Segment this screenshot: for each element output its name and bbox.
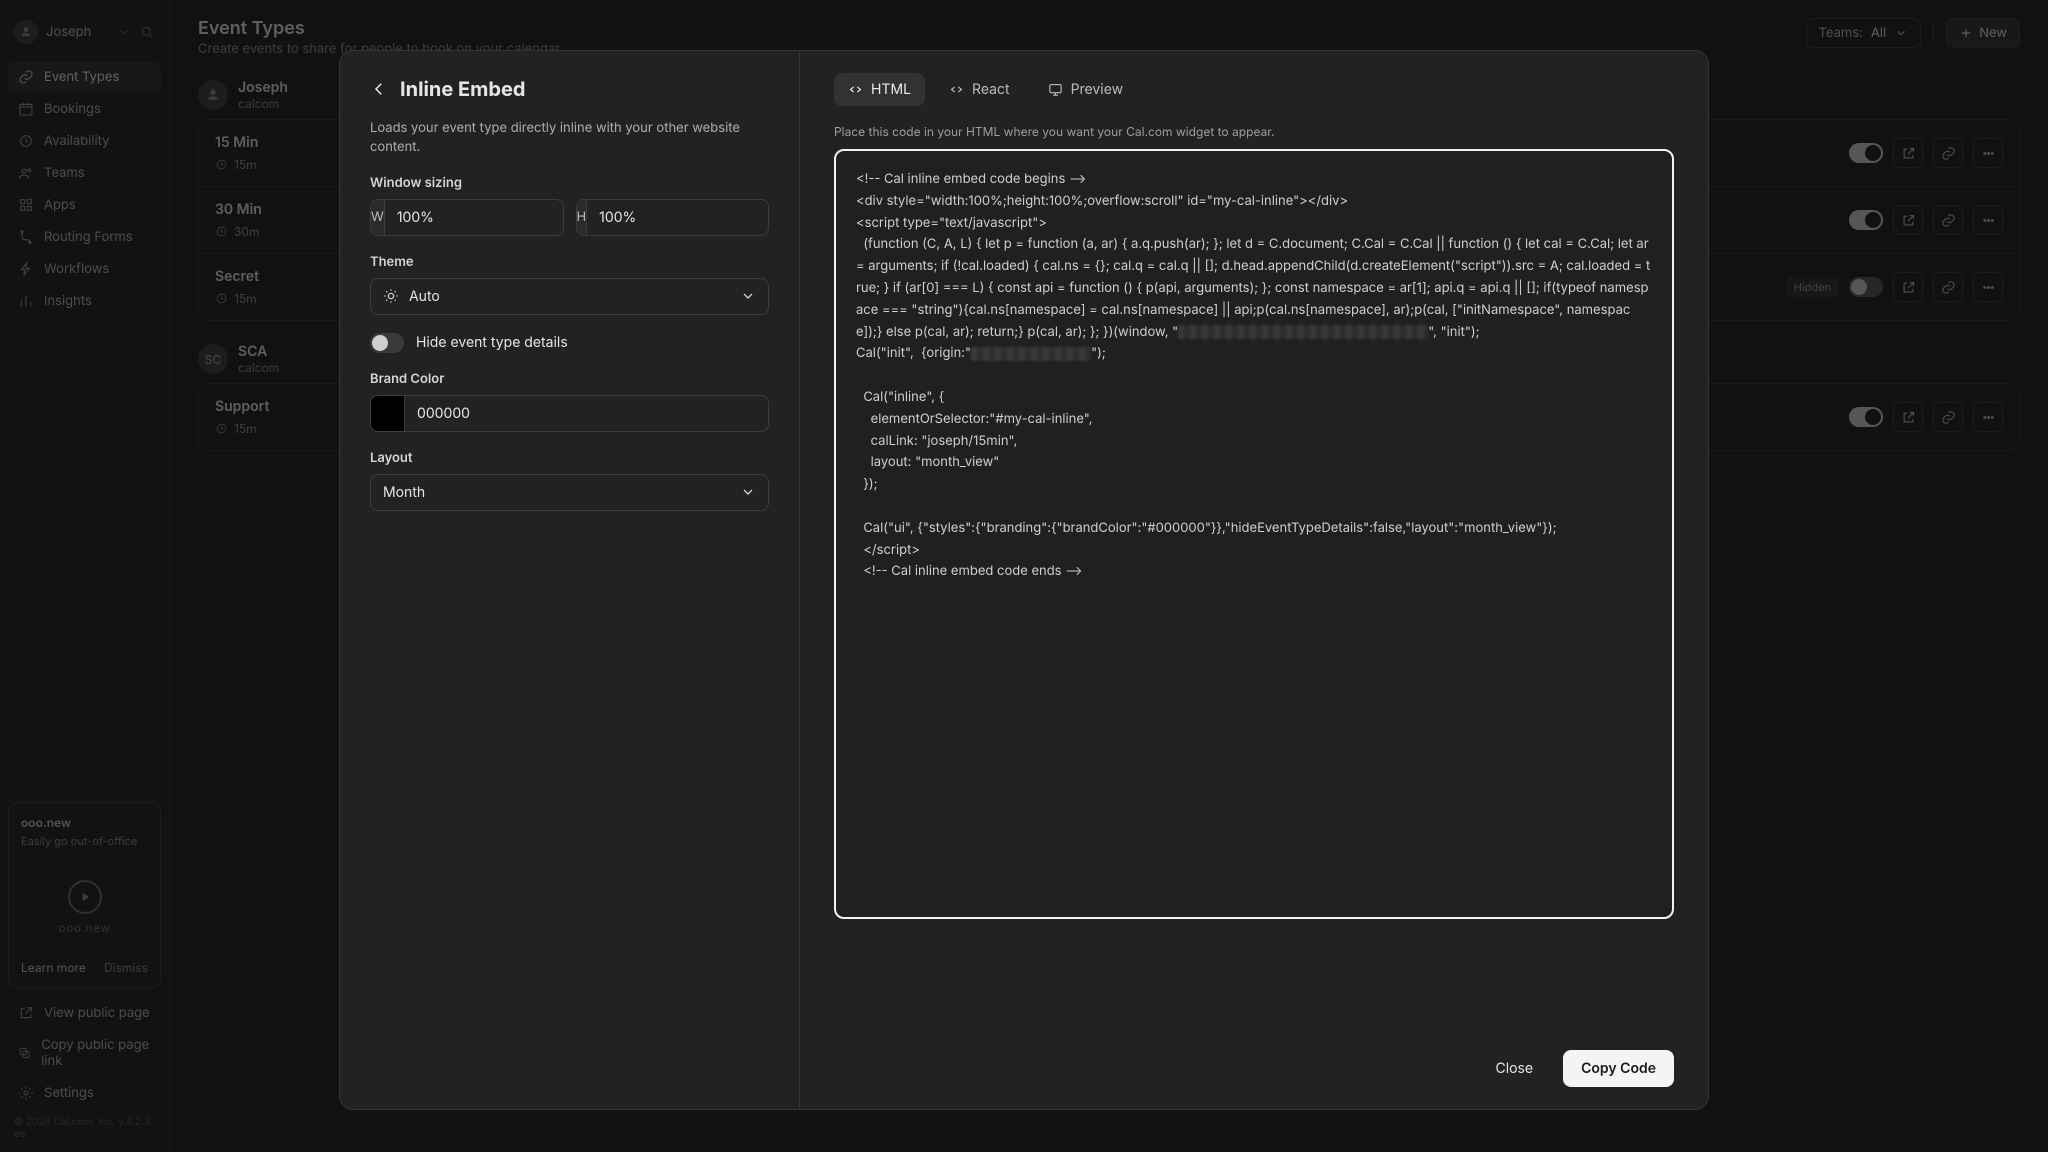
hide-details-row: Hide event type details (370, 333, 769, 353)
tab-preview[interactable]: Preview (1034, 73, 1138, 106)
monitor-icon (1048, 82, 1063, 97)
code-hint: Place this code in your HTML where you w… (834, 124, 1674, 139)
height-input-group: H (576, 199, 770, 236)
close-button[interactable]: Close (1479, 1050, 1549, 1087)
width-input[interactable] (385, 200, 564, 235)
width-prefix: W (371, 200, 385, 235)
redacted-url (971, 347, 1091, 361)
modal-title: Inline Embed (400, 77, 526, 101)
hide-details-toggle[interactable] (370, 333, 404, 353)
tab-label: React (972, 81, 1010, 98)
modal-description: Loads your event type directly inline wi… (370, 119, 769, 157)
width-input-group: W (370, 199, 564, 236)
chevron-down-icon (740, 288, 756, 304)
height-prefix: H (577, 200, 588, 235)
layout-select[interactable]: Month (370, 474, 769, 511)
code-text: <!-- Cal inline embed code begins --> <d… (856, 169, 1652, 583)
brand-color-label: Brand Color (370, 371, 769, 387)
sun-icon (383, 288, 399, 304)
code-block[interactable]: <!-- Cal inline embed code begins --> <d… (834, 149, 1674, 919)
embed-tabs: HTML React Preview (834, 73, 1674, 106)
tab-label: HTML (871, 81, 911, 98)
tab-label: Preview (1071, 81, 1124, 98)
tab-react[interactable]: React (935, 73, 1024, 106)
theme-label: Theme (370, 254, 769, 270)
window-sizing-label: Window sizing (370, 175, 769, 191)
redacted-url (1178, 325, 1428, 339)
theme-select[interactable]: Auto (370, 278, 769, 315)
color-swatch[interactable] (371, 396, 405, 431)
modal-actions: Close Copy Code (834, 1030, 1674, 1087)
tab-html[interactable]: HTML (834, 73, 925, 106)
chevron-down-icon (740, 484, 756, 500)
theme-value: Auto (409, 288, 730, 305)
back-arrow-icon[interactable] (370, 80, 388, 98)
layout-value: Month (383, 484, 730, 501)
modal-left-panel: Inline Embed Loads your event type direc… (340, 51, 800, 1109)
embed-modal: Inline Embed Loads your event type direc… (339, 50, 1709, 1110)
brand-color-input[interactable] (405, 396, 768, 431)
copy-code-button[interactable]: Copy Code (1563, 1050, 1674, 1087)
hide-details-label: Hide event type details (416, 334, 568, 351)
modal-overlay[interactable]: Inline Embed Loads your event type direc… (0, 0, 2048, 1152)
code-icon (848, 82, 863, 97)
height-input[interactable] (587, 200, 769, 235)
code-icon (949, 82, 964, 97)
modal-header: Inline Embed (370, 77, 769, 101)
layout-label: Layout (370, 450, 769, 466)
brand-color-input-group (370, 395, 769, 432)
modal-right-panel: HTML React Preview Place this code in yo… (800, 51, 1708, 1109)
